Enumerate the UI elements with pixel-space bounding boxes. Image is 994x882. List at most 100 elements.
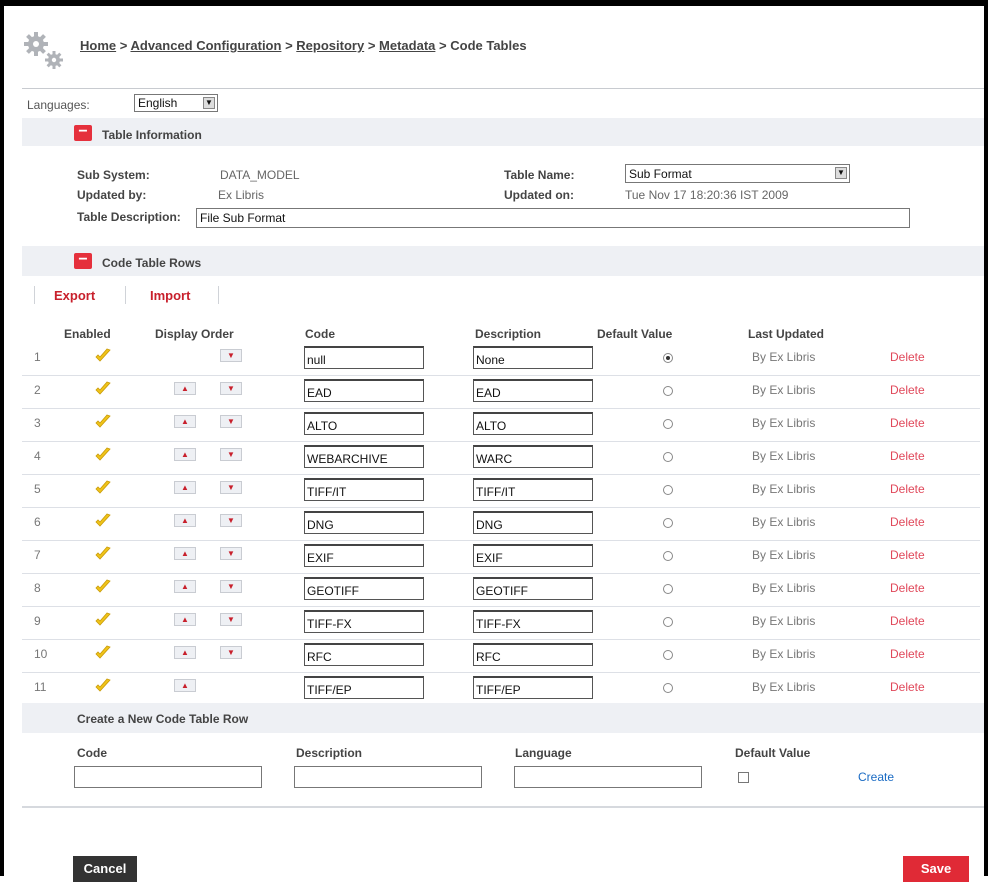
- delete-link[interactable]: Delete: [890, 647, 925, 661]
- move-down-button[interactable]: ▼: [220, 613, 242, 626]
- code-input[interactable]: TIFF/IT: [304, 478, 424, 501]
- export-button[interactable]: Export: [54, 288, 95, 303]
- default-value-radio[interactable]: [663, 386, 673, 396]
- row-number: 3: [34, 416, 41, 430]
- delete-link[interactable]: Delete: [890, 515, 925, 529]
- move-down-button[interactable]: ▼: [220, 514, 242, 527]
- description-input[interactable]: EAD: [473, 379, 593, 402]
- row-number: 5: [34, 482, 41, 496]
- breadcrumb-advanced-configuration[interactable]: Advanced Configuration: [130, 38, 281, 53]
- import-button[interactable]: Import: [150, 288, 190, 303]
- move-up-button[interactable]: ▲: [174, 448, 196, 461]
- default-value-radio[interactable]: [663, 452, 673, 462]
- move-down-button[interactable]: ▼: [220, 580, 242, 593]
- breadcrumb-repository[interactable]: Repository: [296, 38, 364, 53]
- delete-link[interactable]: Delete: [890, 581, 925, 595]
- move-down-button[interactable]: ▼: [220, 481, 242, 494]
- collapse-code-table-rows-icon[interactable]: −: [74, 252, 92, 269]
- languages-select[interactable]: English ▼: [134, 94, 218, 112]
- description-input[interactable]: TIFF-FX: [473, 610, 593, 633]
- delete-link[interactable]: Delete: [890, 482, 925, 496]
- enabled-check-icon[interactable]: [94, 512, 112, 530]
- move-down-button[interactable]: ▼: [220, 547, 242, 560]
- updated-on-value: Tue Nov 17 18:20:36 IST 2009: [625, 188, 789, 202]
- default-value-radio[interactable]: [663, 650, 673, 660]
- create-link[interactable]: Create: [858, 770, 894, 784]
- delete-link[interactable]: Delete: [890, 383, 925, 397]
- new-code-input[interactable]: [74, 766, 262, 788]
- move-up-button[interactable]: ▲: [174, 580, 196, 593]
- description-input[interactable]: GEOTIFF: [473, 577, 593, 600]
- move-down-button[interactable]: ▼: [220, 382, 242, 395]
- code-input[interactable]: EXIF: [304, 544, 424, 567]
- code-input[interactable]: EAD: [304, 379, 424, 402]
- move-up-button[interactable]: ▲: [174, 679, 196, 692]
- enabled-check-icon[interactable]: [94, 578, 112, 596]
- column-header-default-value: Default Value: [597, 327, 673, 341]
- move-up-button[interactable]: ▲: [174, 481, 196, 494]
- table-name-select[interactable]: Sub Format ▼: [625, 164, 850, 183]
- enabled-check-icon[interactable]: [94, 479, 112, 497]
- description-input[interactable]: DNG: [473, 511, 593, 534]
- description-input[interactable]: TIFF/EP: [473, 676, 593, 699]
- table-description-input[interactable]: File Sub Format: [196, 208, 910, 228]
- move-down-button[interactable]: ▼: [220, 448, 242, 461]
- code-input[interactable]: WEBARCHIVE: [304, 445, 424, 468]
- move-down-button[interactable]: ▼: [220, 646, 242, 659]
- description-input[interactable]: ALTO: [473, 412, 593, 435]
- updated-by-label: Updated by:: [77, 188, 147, 202]
- new-default-value-checkbox[interactable]: [738, 772, 749, 783]
- move-up-button[interactable]: ▲: [174, 547, 196, 560]
- code-input[interactable]: DNG: [304, 511, 424, 534]
- default-value-radio[interactable]: [663, 683, 673, 693]
- breadcrumb-metadata[interactable]: Metadata: [379, 38, 435, 53]
- code-input[interactable]: RFC: [304, 643, 424, 666]
- code-input[interactable]: ALTO: [304, 412, 424, 435]
- move-down-button[interactable]: ▼: [220, 415, 242, 428]
- collapse-table-information-icon[interactable]: −: [74, 124, 92, 141]
- delete-link[interactable]: Delete: [890, 548, 925, 562]
- description-input[interactable]: None: [473, 346, 593, 369]
- delete-link[interactable]: Delete: [890, 680, 925, 694]
- enabled-check-icon[interactable]: [94, 446, 112, 464]
- description-input[interactable]: RFC: [473, 643, 593, 666]
- enabled-check-icon[interactable]: [94, 347, 112, 365]
- code-input[interactable]: TIFF/EP: [304, 676, 424, 699]
- enabled-check-icon[interactable]: [94, 611, 112, 629]
- last-updated-value: By Ex Libris: [752, 350, 816, 364]
- description-input[interactable]: TIFF/IT: [473, 478, 593, 501]
- description-input[interactable]: EXIF: [473, 544, 593, 567]
- enabled-check-icon[interactable]: [94, 677, 112, 695]
- code-input[interactable]: TIFF-FX: [304, 610, 424, 633]
- delete-link[interactable]: Delete: [890, 350, 925, 364]
- default-value-radio[interactable]: [663, 617, 673, 627]
- default-value-radio[interactable]: [663, 518, 673, 528]
- breadcrumb-home[interactable]: Home: [80, 38, 116, 53]
- default-value-radio[interactable]: [663, 419, 673, 429]
- move-up-button[interactable]: ▲: [174, 382, 196, 395]
- default-value-radio[interactable]: [663, 551, 673, 561]
- delete-link[interactable]: Delete: [890, 416, 925, 430]
- delete-link[interactable]: Delete: [890, 449, 925, 463]
- save-button[interactable]: Save: [903, 856, 969, 882]
- description-input[interactable]: WARC: [473, 445, 593, 468]
- move-down-button[interactable]: ▼: [220, 349, 242, 362]
- cancel-button[interactable]: Cancel: [73, 856, 137, 882]
- enabled-check-icon[interactable]: [94, 644, 112, 662]
- code-input[interactable]: null: [304, 346, 424, 369]
- new-description-input[interactable]: [294, 766, 482, 788]
- default-value-radio[interactable]: [663, 584, 673, 594]
- move-up-button[interactable]: ▲: [174, 613, 196, 626]
- enabled-check-icon[interactable]: [94, 380, 112, 398]
- delete-link[interactable]: Delete: [890, 614, 925, 628]
- move-up-button[interactable]: ▲: [174, 415, 196, 428]
- table-row: 4 ▲ ▼ WEBARCHIVE WARC By Ex Libris Delete: [22, 441, 980, 475]
- move-up-button[interactable]: ▲: [174, 514, 196, 527]
- move-up-button[interactable]: ▲: [174, 646, 196, 659]
- enabled-check-icon[interactable]: [94, 413, 112, 431]
- code-input[interactable]: GEOTIFF: [304, 577, 424, 600]
- new-language-input[interactable]: [514, 766, 702, 788]
- default-value-radio[interactable]: [663, 353, 673, 363]
- enabled-check-icon[interactable]: [94, 545, 112, 563]
- default-value-radio[interactable]: [663, 485, 673, 495]
